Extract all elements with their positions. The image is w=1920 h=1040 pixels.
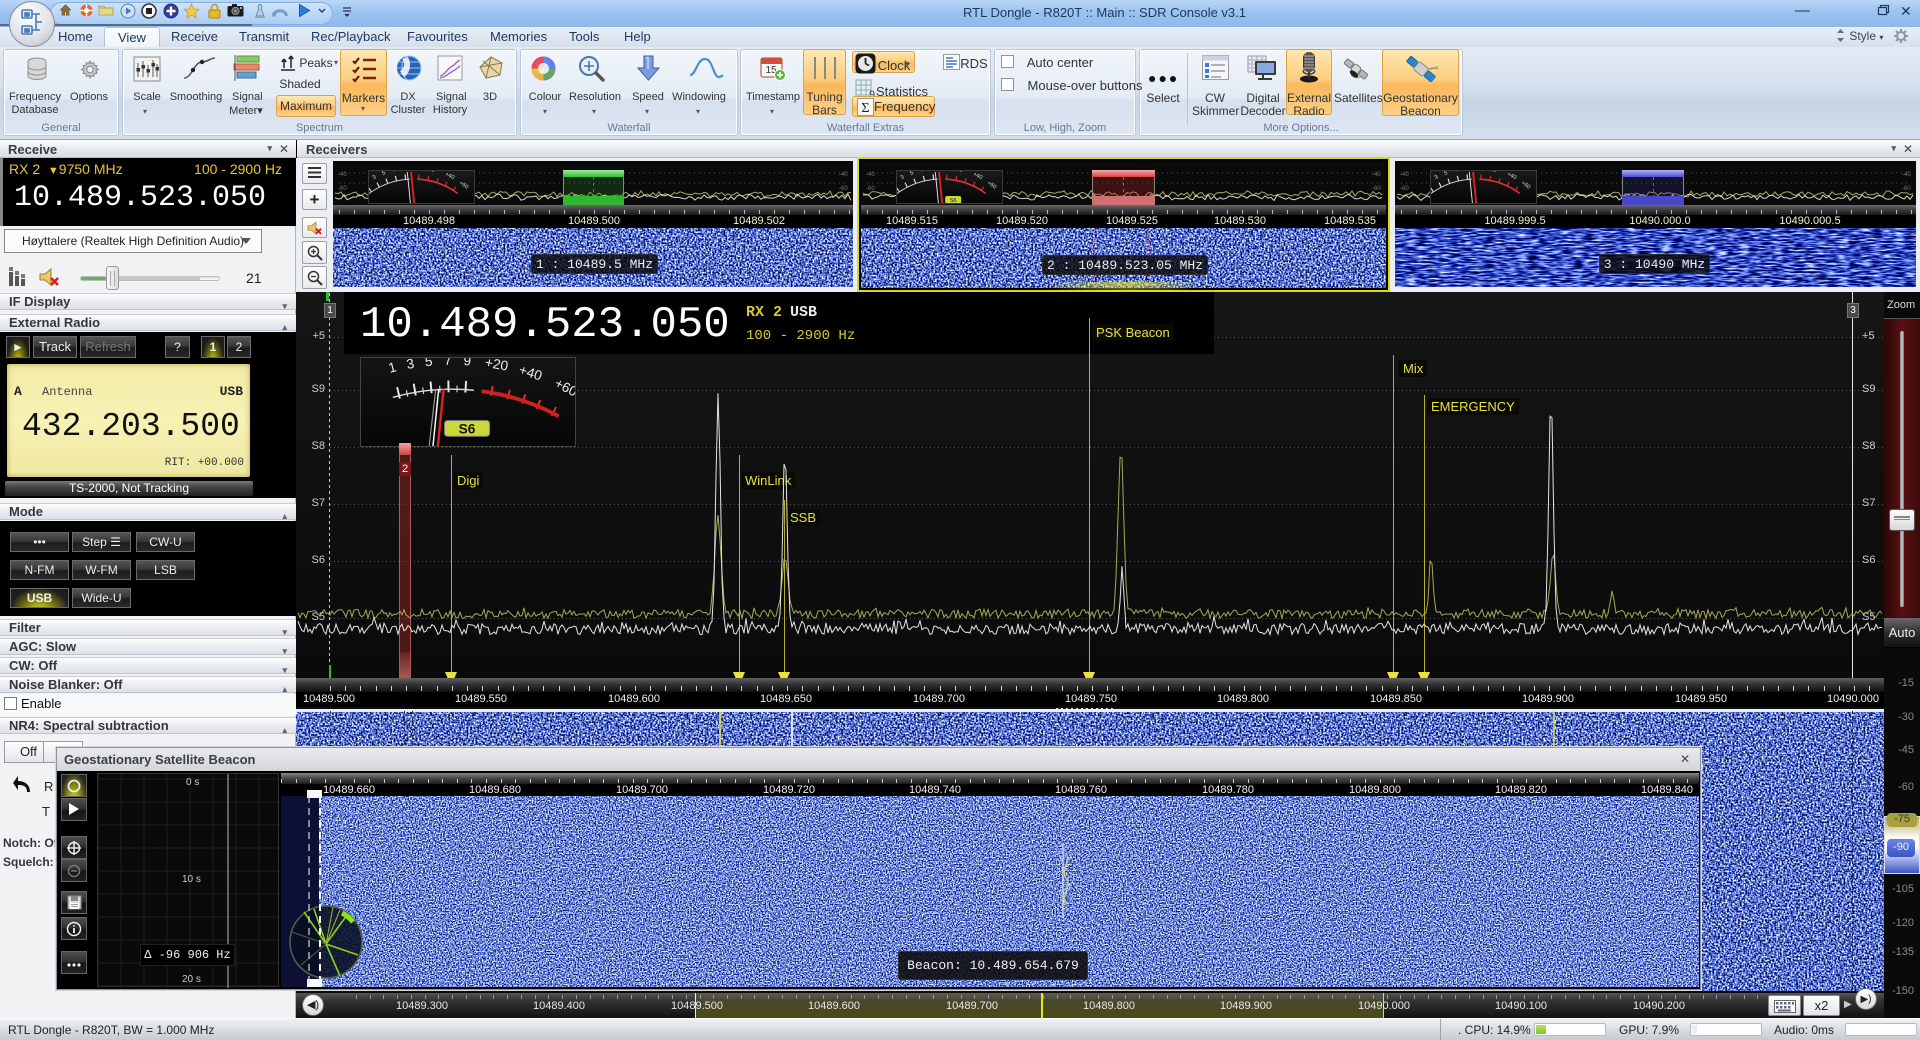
svg-text:-40: -40 [839,172,848,178]
svg-text:7: 7 [920,170,924,174]
svg-text:-60: -60 [839,186,848,192]
svg-text:5: 5 [910,170,915,177]
svg-text:-60: -60 [1902,186,1911,192]
svg-text:+40: +40 [1506,172,1517,181]
svg-text:+20: +20 [953,170,964,174]
svg-text:9: 9 [403,170,407,172]
svg-text:+40: +40 [972,172,983,181]
svg-text:5: 5 [1444,170,1449,177]
svg-text:-40: -40 [1372,172,1381,178]
svg-text:-40: -40 [338,172,347,178]
svg-text:-60: -60 [1400,186,1409,192]
svg-text:9: 9 [931,170,935,172]
svg-text:-60: -60 [338,186,347,192]
svg-text:-40: -40 [1400,172,1409,178]
svg-text:-40: -40 [866,172,875,178]
svg-text:7: 7 [392,170,396,174]
svg-text:-60: -60 [1372,186,1381,192]
svg-text:Σ: Σ [861,101,869,116]
svg-text:9: 9 [1465,170,1469,172]
svg-text:+60: +60 [986,180,997,190]
svg-text:+60: +60 [1520,180,1531,190]
svg-text:+20: +20 [1487,170,1498,174]
svg-text:3: 3 [900,174,906,181]
svg-text:7: 7 [1454,170,1458,174]
svg-text:+40: +40 [444,172,455,181]
svg-text:3: 3 [372,174,378,181]
svg-text:-60: -60 [866,186,875,192]
svg-text:+20: +20 [425,170,436,174]
svg-text:5: 5 [382,170,387,177]
svg-text:+60: +60 [458,180,469,190]
svg-text:3: 3 [1434,174,1440,181]
svg-text:S6: S6 [950,198,957,204]
svg-text:-40: -40 [1902,172,1911,178]
